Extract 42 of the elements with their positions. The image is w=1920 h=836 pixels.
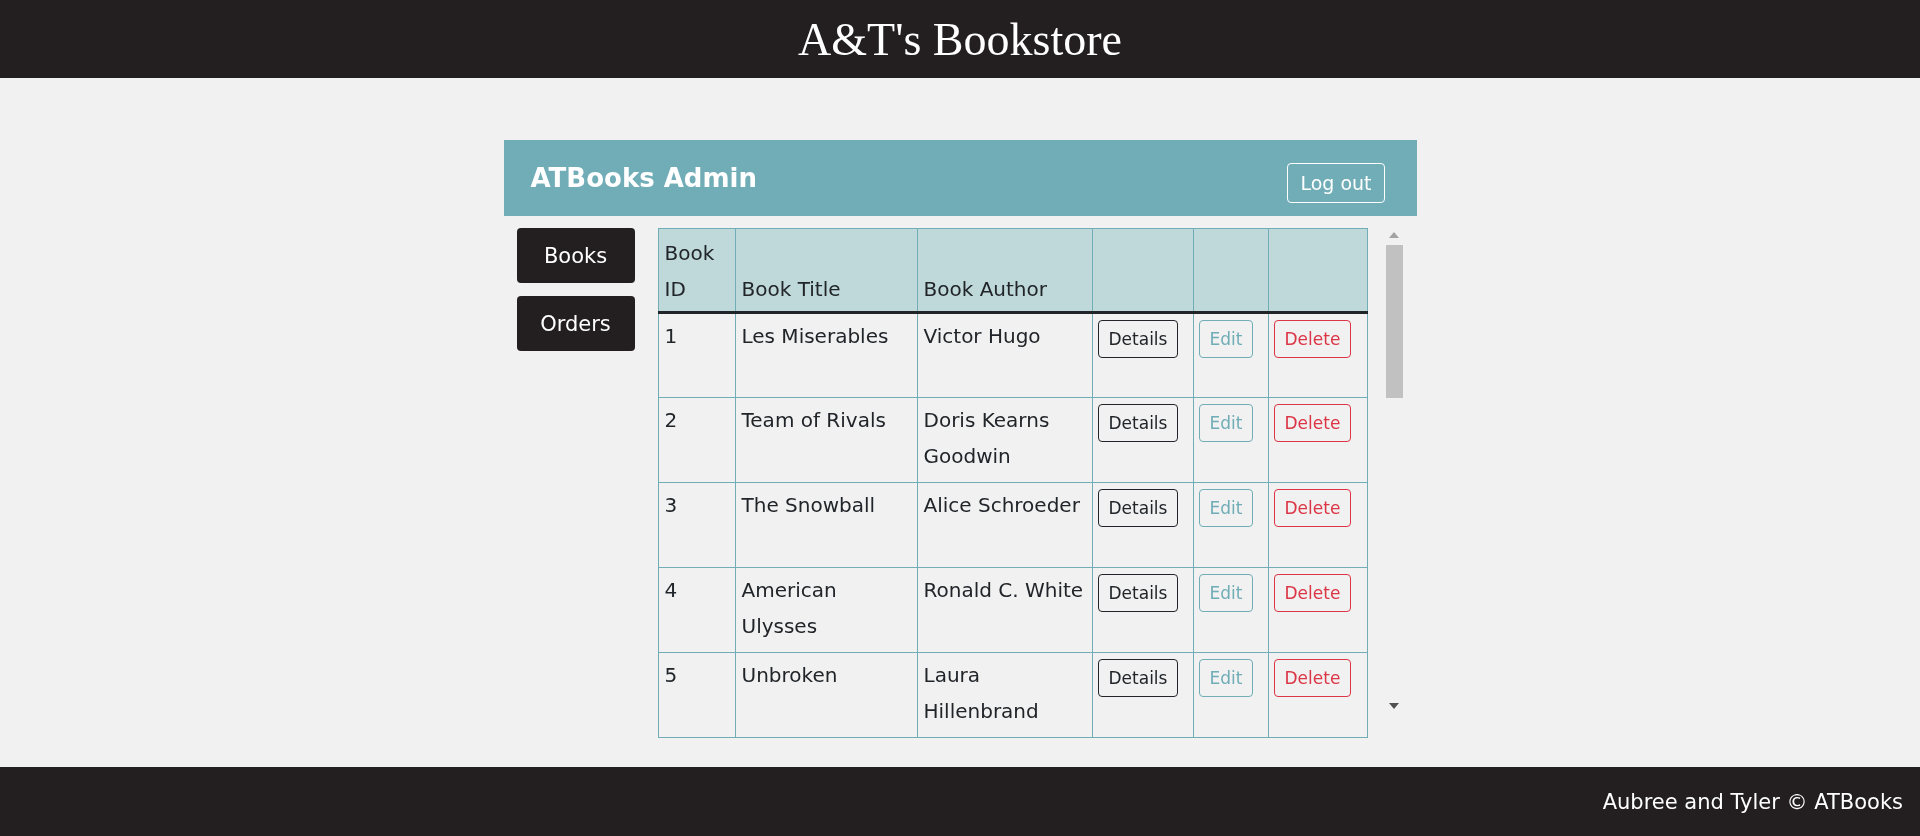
edit-button[interactable]: Edit [1198, 404, 1254, 442]
table-cell: Alice Schroeder [917, 482, 1092, 568]
scrollbar-thumb[interactable] [1385, 245, 1403, 398]
details-button[interactable]: Details [1097, 489, 1179, 527]
table-cell: Ronald C. White [917, 567, 1092, 653]
details-button[interactable]: Details [1097, 659, 1179, 697]
scroll-down-icon[interactable] [1389, 703, 1399, 709]
details-button[interactable]: Details [1097, 404, 1179, 442]
table-cell: Les Miserables [735, 312, 917, 398]
table-cell: Doris Kearns Goodwin [917, 397, 1092, 483]
column-header: Book Author [917, 228, 1092, 313]
footer-text: Aubree and Tyler © ATBooks [1602, 789, 1903, 814]
column-header: Book ID [658, 228, 735, 313]
scroll-up-icon[interactable] [1389, 232, 1399, 238]
edit-button[interactable]: Edit [1198, 659, 1254, 697]
delete-button[interactable]: Delete [1273, 320, 1352, 358]
table-cell: Laura Hillenbrand [917, 652, 1092, 738]
table-cell: The Snowball [735, 482, 917, 568]
table-cell: 2 [658, 397, 735, 483]
site-title: A&T's Bookstore [798, 12, 1122, 66]
table-cell: 5 [658, 652, 735, 738]
delete-button[interactable]: Delete [1273, 574, 1352, 612]
sidebar-nav-button[interactable]: Books [516, 228, 635, 283]
column-header: Book Title [735, 228, 917, 313]
logout-button[interactable]: Log out [1287, 163, 1385, 203]
table-cell: Victor Hugo [917, 312, 1092, 398]
table-cell: 1 [658, 312, 735, 398]
delete-button[interactable]: Delete [1273, 489, 1352, 527]
table-cell: American Ulysses [735, 567, 917, 653]
edit-button[interactable]: Edit [1198, 320, 1254, 358]
admin-title: ATBooks Admin [530, 163, 757, 193]
edit-button[interactable]: Edit [1198, 489, 1254, 527]
table-cell: Unbroken [735, 652, 917, 738]
sidebar-nav-button[interactable]: Orders [516, 296, 635, 351]
delete-button[interactable]: Delete [1273, 404, 1352, 442]
table-cell: 4 [658, 567, 735, 653]
edit-button[interactable]: Edit [1198, 574, 1254, 612]
table-cell: 3 [658, 482, 735, 568]
delete-button[interactable]: Delete [1273, 659, 1352, 697]
details-button[interactable]: Details [1097, 320, 1179, 358]
table-cell: Team of Rivals [735, 397, 917, 483]
details-button[interactable]: Details [1097, 574, 1179, 612]
